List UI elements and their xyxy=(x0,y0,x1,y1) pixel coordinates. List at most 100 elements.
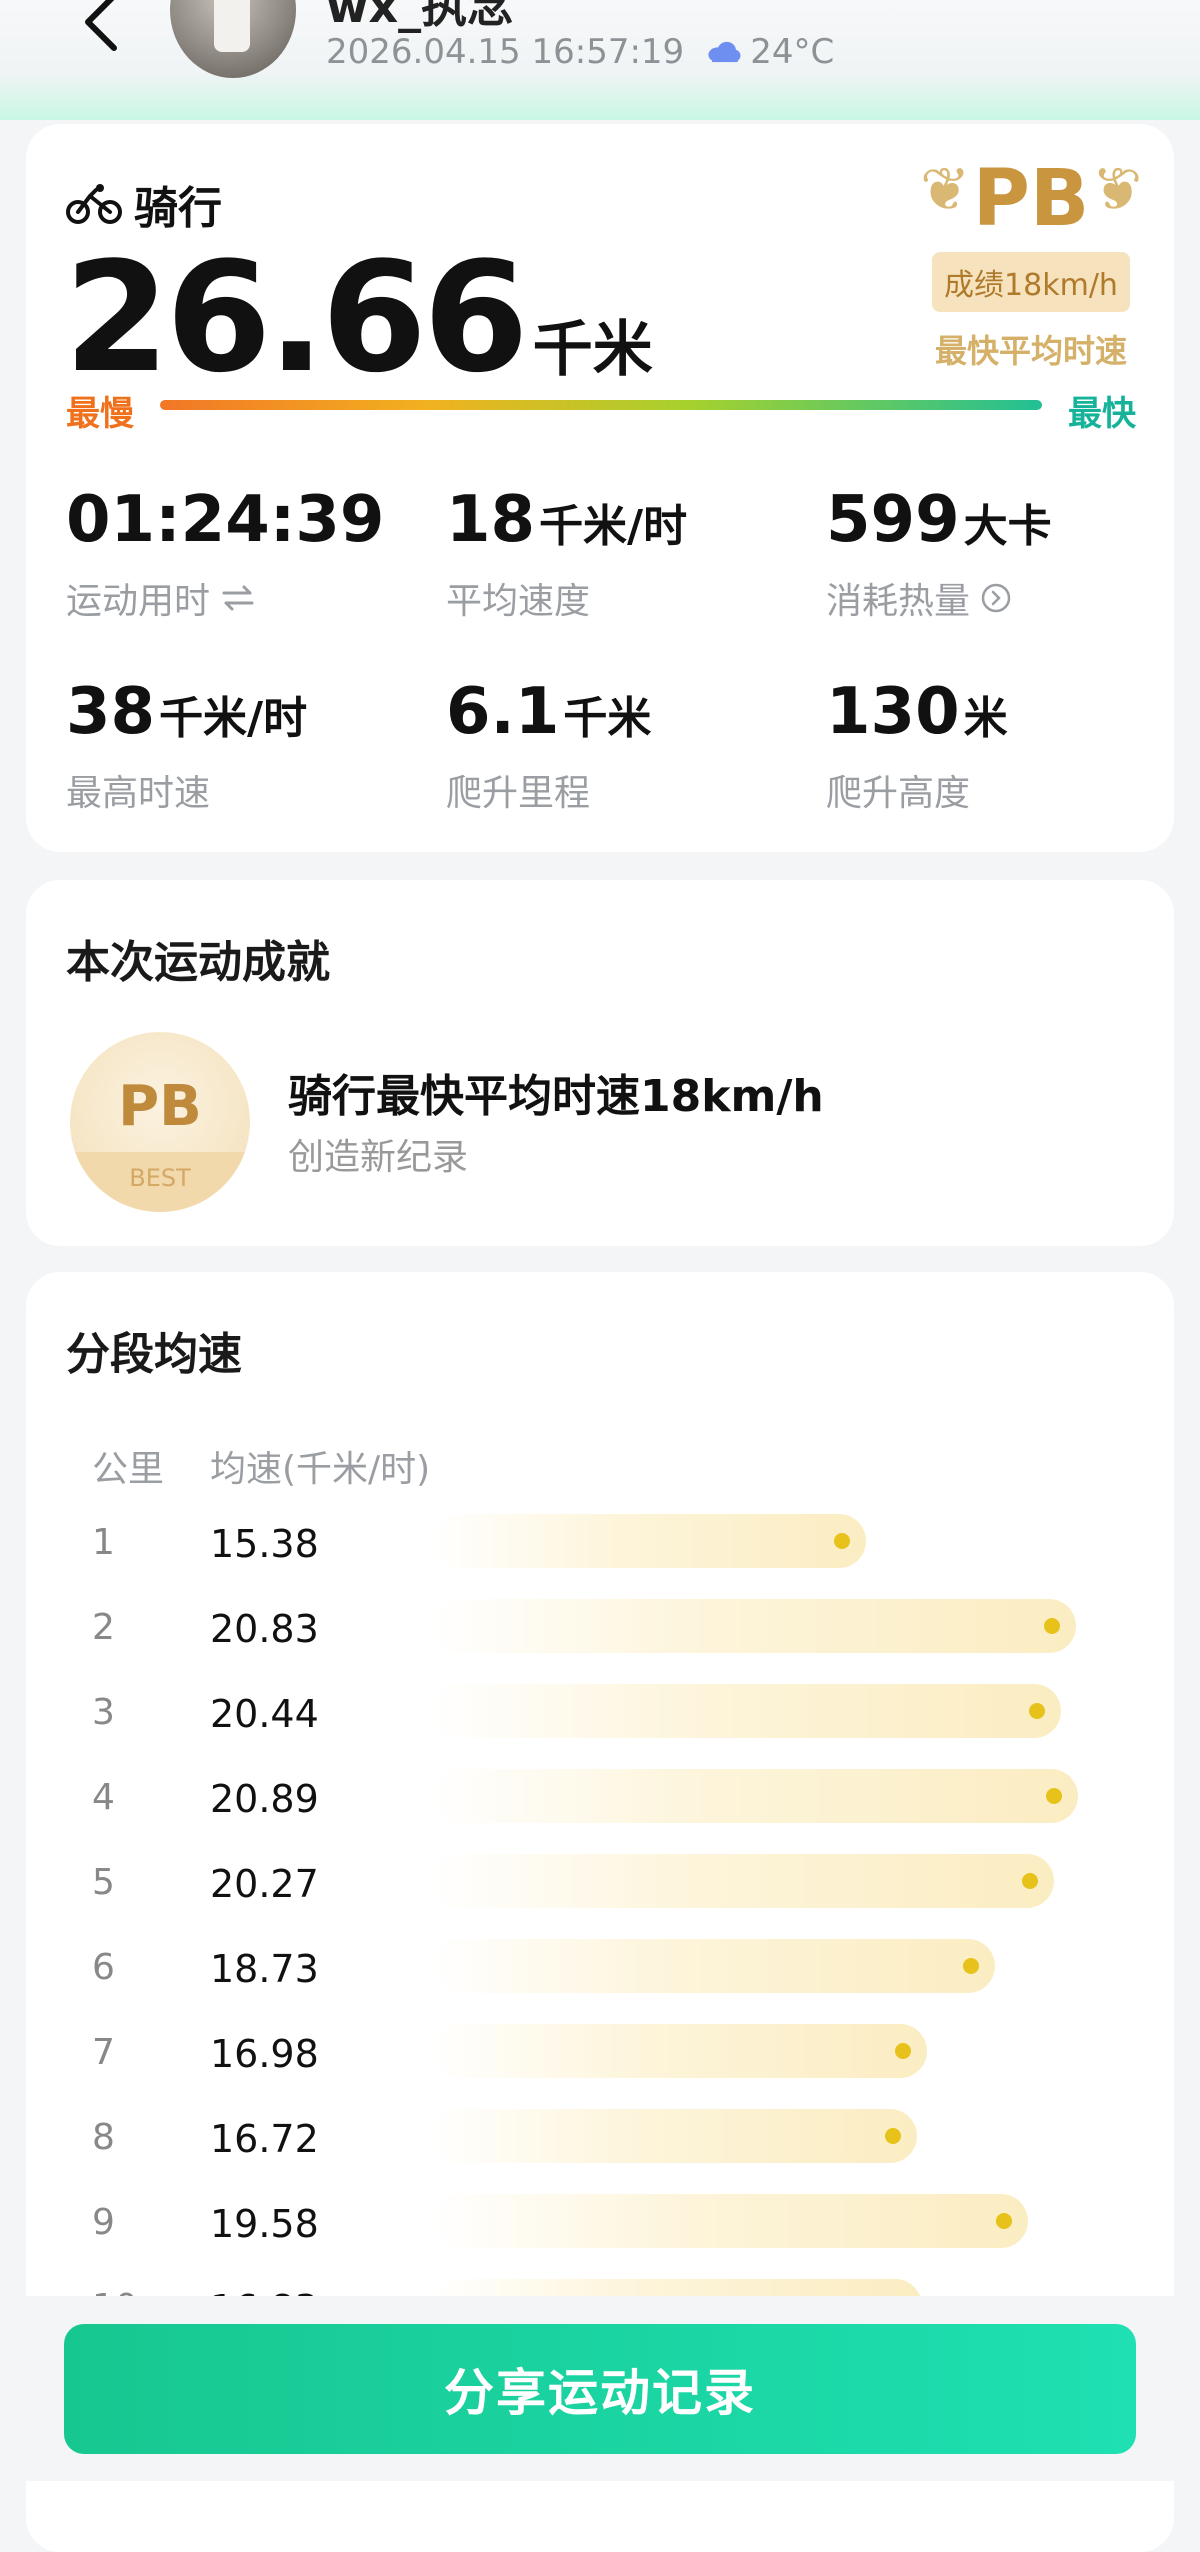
split-km: 1 xyxy=(92,1522,115,1563)
split-speed: 20.44 xyxy=(210,1692,319,1736)
speed-gradient-bar xyxy=(160,400,1042,410)
workout-datetime: 2026.04.15 16:57:19 xyxy=(326,32,685,72)
stat-value: 38 xyxy=(66,675,156,749)
splits-list: 1 15.38 2 20.83 3 20.44 4 20.89 5 20.27 6 18.73 7 16.… xyxy=(92,1508,1152,2358)
pb-title: PB xyxy=(972,154,1090,244)
achievement-title: 骑行最快平均时速18km/h xyxy=(288,1071,824,1122)
split-speed-dot xyxy=(996,2213,1012,2229)
stat-unit: 千米/时 xyxy=(159,693,308,744)
summary-card: 骑行 26.66 千米 ❦ PB ❦ 成绩18km/h 最快平均时速 最慢 最快… xyxy=(26,124,1174,852)
split-km: 8 xyxy=(92,2117,115,2158)
split-speed-dot xyxy=(1046,1788,1062,1804)
split-km: 9 xyxy=(92,2202,115,2243)
split-speed-dot xyxy=(895,2043,911,2059)
chevron-circle-icon[interactable] xyxy=(980,582,1012,614)
split-speed: 20.89 xyxy=(210,1777,319,1821)
chevron-left-icon xyxy=(85,0,117,51)
table-row: 4 20.89 xyxy=(92,1763,1152,1848)
table-row: 5 20.27 xyxy=(92,1848,1152,1933)
bicycle-icon xyxy=(66,184,122,224)
split-speed-bar xyxy=(432,1769,1078,1823)
table-row: 6 18.73 xyxy=(92,1933,1152,2018)
split-speed-bar xyxy=(432,1684,1061,1738)
stat-duration: 01:24:39 运动用时 xyxy=(66,488,446,624)
split-speed: 16.98 xyxy=(210,2032,319,2076)
stat-max-speed: 38 千米/时 最高时速 xyxy=(66,680,446,816)
username: wx_执念 xyxy=(326,0,514,33)
stat-label: 运动用时 xyxy=(66,581,211,622)
pb-description: 最快平均时速 xyxy=(934,332,1127,370)
workout-meta: 2026.04.15 16:57:19 24°C xyxy=(326,32,834,72)
medal-sub: BEST xyxy=(70,1152,250,1212)
split-speed-dot xyxy=(885,2128,901,2144)
stat-value: 6.1 xyxy=(446,675,560,749)
split-speed-bar xyxy=(432,1599,1076,1653)
top-header: wx_执念 2026.04.15 16:57:19 24°C xyxy=(0,0,1200,120)
pb-title-row: ❦ PB ❦ xyxy=(920,155,1142,238)
laurel-right-icon: ❦ xyxy=(1091,155,1142,225)
stat-label: 最高时速 xyxy=(66,773,211,814)
section-title: 本次运动成就 xyxy=(66,937,330,988)
back-button[interactable] xyxy=(78,0,138,60)
split-speed-bar xyxy=(432,1854,1054,1908)
stats-grid: 01:24:39 运动用时 18 千米/时 平均速度 599 大卡 消耗热量 38 千 xyxy=(66,488,1146,816)
distance-unit: 千米 xyxy=(532,315,653,385)
achievement-card: 本次运动成就 PB BEST 骑行最快平均时速18km/h 创造新纪录 xyxy=(26,880,1174,1246)
split-speed-bar xyxy=(432,2109,917,2163)
split-km: 4 xyxy=(92,1777,115,1818)
split-speed-dot xyxy=(834,1533,850,1549)
speed-slow-label: 最慢 xyxy=(66,394,134,434)
speed-scale: 最慢 最快 xyxy=(66,386,1136,434)
table-row: 1 15.38 xyxy=(92,1508,1152,1593)
split-km: 7 xyxy=(92,2032,115,2073)
pb-badge: ❦ PB ❦ 成绩18km/h 最快平均时速 xyxy=(920,155,1142,372)
sport-type: 骑行 xyxy=(66,172,222,236)
share-record-button[interactable]: 分享运动记录 xyxy=(64,2324,1136,2454)
stat-label: 爬升里程 xyxy=(446,773,591,814)
stat-unit: 千米 xyxy=(563,693,652,744)
split-speed: 15.38 xyxy=(210,1522,319,1566)
pb-medal-icon[interactable]: PB BEST xyxy=(70,1032,250,1212)
stat-avg-speed: 18 千米/时 平均速度 xyxy=(446,488,826,624)
avatar[interactable] xyxy=(170,0,296,78)
table-row: 2 20.83 xyxy=(92,1593,1152,1678)
stat-unit: 千米/时 xyxy=(539,501,688,552)
stat-label: 平均速度 xyxy=(446,581,591,622)
split-speed-dot xyxy=(1029,1703,1045,1719)
stat-value: 130 xyxy=(826,675,960,749)
cloud-icon xyxy=(708,41,741,63)
table-row: 8 16.72 xyxy=(92,2103,1152,2188)
laurel-left-icon: ❦ xyxy=(920,155,971,225)
split-speed-dot xyxy=(1022,1873,1038,1889)
col-km: 公里 xyxy=(92,1449,165,1490)
weather: 24°C xyxy=(706,32,834,72)
stat-unit: 米 xyxy=(963,693,1008,744)
stat-calories[interactable]: 599 大卡 消耗热量 xyxy=(826,488,1146,624)
split-speed-dot xyxy=(963,1958,979,1974)
temperature: 24°C xyxy=(750,32,835,72)
split-speed-bar xyxy=(432,2194,1028,2248)
section-title: 分段均速 xyxy=(66,1329,242,1380)
stat-climb-distance: 6.1 千米 爬升里程 xyxy=(446,680,826,816)
stat-label: 消耗热量 xyxy=(826,581,971,622)
split-speed-bar xyxy=(432,1514,866,1568)
medal-text: PB xyxy=(118,1074,202,1139)
speed-fast-label: 最快 xyxy=(1068,394,1136,434)
stat-label: 爬升高度 xyxy=(826,773,971,814)
pb-result-pill: 成绩18km/h xyxy=(932,252,1130,312)
swap-icon[interactable] xyxy=(220,583,256,613)
sport-label: 骑行 xyxy=(134,183,222,234)
split-speed: 20.83 xyxy=(210,1607,319,1651)
split-km: 3 xyxy=(92,1692,115,1733)
split-speed-bar xyxy=(432,1939,995,1993)
achievement-subtitle: 创造新纪录 xyxy=(288,1137,469,1178)
split-speed: 16.72 xyxy=(210,2117,319,2161)
splits-table-header: 公里 均速(千米/时) xyxy=(92,1440,430,1492)
split-speed: 19.58 xyxy=(210,2202,319,2246)
stat-value: 01:24:39 xyxy=(66,483,385,557)
stat-value: 18 xyxy=(446,483,536,557)
stat-climb-height: 130 米 爬升高度 xyxy=(826,680,1146,816)
table-row: 7 16.98 xyxy=(92,2018,1152,2103)
split-km: 2 xyxy=(92,1607,115,1648)
split-speed: 20.27 xyxy=(210,1862,319,1906)
